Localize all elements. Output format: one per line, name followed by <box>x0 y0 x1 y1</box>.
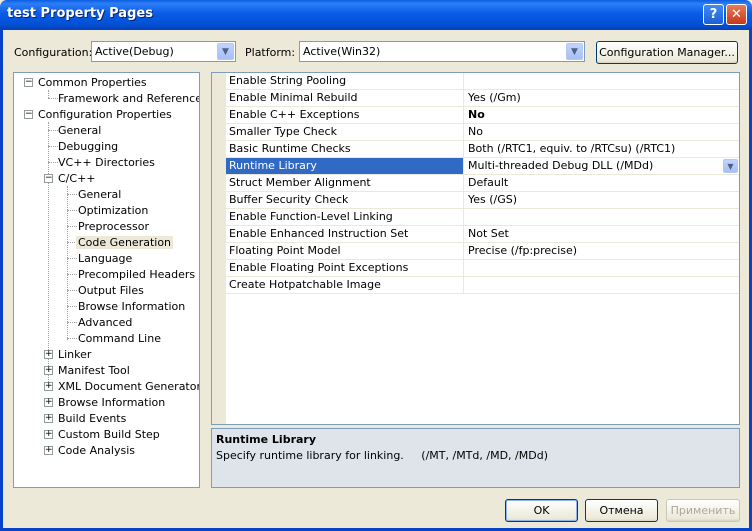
tree-item-code-generation[interactable]: Code Generation <box>76 235 174 251</box>
expand-icon[interactable]: + <box>44 366 53 375</box>
chevron-down-icon[interactable]: ▼ <box>217 43 234 60</box>
configuration-value: Active(Debug) <box>95 45 174 58</box>
tree-item-xml-document-generator[interactable]: XML Document Generator <box>56 379 199 395</box>
platform-value: Active(Win32) <box>303 45 381 58</box>
help-icon[interactable]: ? <box>703 4 724 25</box>
property-row[interactable]: Floating Point Model Precise (/fp:precise… <box>226 243 739 260</box>
description-title: Runtime Library <box>216 433 317 446</box>
grid-gutter <box>212 73 226 424</box>
property-row[interactable]: Enable Floating Point Exceptions <box>226 260 739 277</box>
tree-item-vc-directories[interactable]: VC++ Directories <box>56 155 157 171</box>
property-row-selected[interactable]: Runtime Library Multi-threaded Debug DLL… <box>226 158 739 175</box>
tree-item-debugging[interactable]: Debugging <box>56 139 120 155</box>
chevron-down-icon[interactable]: ▼ <box>566 43 583 60</box>
tree-item-common-properties[interactable]: Common Properties <box>36 75 149 91</box>
property-row[interactable]: Enable C++ Exceptions No <box>226 107 739 124</box>
property-grid[interactable]: Enable String Pooling Enable Minimal Reb… <box>211 72 740 425</box>
property-row[interactable]: Smaller Type Check No <box>226 124 739 141</box>
platform-combo[interactable]: Active(Win32) ▼ <box>299 41 585 62</box>
title-bar: test Property Pages ? ✕ <box>0 0 752 30</box>
tree-item-optimization[interactable]: Optimization <box>76 203 150 219</box>
tree-item-code-analysis[interactable]: Code Analysis <box>56 443 137 459</box>
property-tree[interactable]: − − − + + + + + + + Common Properties Fr… <box>13 72 200 488</box>
tree-line <box>48 90 49 98</box>
expand-icon[interactable]: + <box>44 398 53 407</box>
close-icon[interactable]: ✕ <box>726 4 747 25</box>
configuration-manager-button[interactable]: Configuration Manager... <box>596 41 738 64</box>
tree-item-cpp-general[interactable]: General <box>76 187 123 203</box>
configuration-combo[interactable]: Active(Debug) ▼ <box>91 41 236 62</box>
tree-item-command-line[interactable]: Command Line <box>76 331 163 347</box>
cancel-button[interactable]: Отмена <box>585 499 658 522</box>
tree-item-precompiled-headers[interactable]: Precompiled Headers <box>76 267 197 283</box>
description-text: Specify runtime library for linking. (/M… <box>216 449 548 462</box>
collapse-icon[interactable]: − <box>44 174 53 183</box>
tree-item-preprocessor[interactable]: Preprocessor <box>76 219 151 235</box>
tree-item-configuration-properties[interactable]: Configuration Properties <box>36 107 174 123</box>
property-row[interactable]: Buffer Security Check Yes (/GS) <box>226 192 739 209</box>
property-row[interactable]: Enable Enhanced Instruction Set Not Set <box>226 226 739 243</box>
tree-item-browse-information[interactable]: Browse Information <box>76 299 187 315</box>
window-title: test Property Pages <box>7 6 153 21</box>
expand-icon[interactable]: + <box>44 414 53 423</box>
window-border-left <box>0 30 3 531</box>
tree-item-advanced[interactable]: Advanced <box>76 315 134 331</box>
tree-item-build-events[interactable]: Build Events <box>56 411 128 427</box>
property-row[interactable]: Enable String Pooling <box>226 73 739 90</box>
property-row[interactable]: Enable Minimal Rebuild Yes (/Gm) <box>226 90 739 107</box>
expand-icon[interactable]: + <box>44 350 53 359</box>
apply-button[interactable]: Применить <box>666 499 740 522</box>
tree-item-c-cpp[interactable]: C/C++ <box>56 171 98 187</box>
tree-item-output-files[interactable]: Output Files <box>76 283 146 299</box>
tree-item-manifest-tool[interactable]: Manifest Tool <box>56 363 132 379</box>
tree-item-browse-information-2[interactable]: Browse Information <box>56 395 167 411</box>
description-pane: Runtime Library Specify runtime library … <box>211 428 740 488</box>
tree-item-linker[interactable]: Linker <box>56 347 93 363</box>
expand-icon[interactable]: + <box>44 382 53 391</box>
property-row[interactable]: Enable Function-Level Linking <box>226 209 739 226</box>
expand-icon[interactable]: + <box>44 446 53 455</box>
collapse-icon[interactable]: − <box>24 110 33 119</box>
ok-button[interactable]: OK <box>505 499 578 522</box>
configuration-label: Configuration: <box>14 46 93 59</box>
tree-item-general[interactable]: General <box>56 123 103 139</box>
tree-item-custom-build-step[interactable]: Custom Build Step <box>56 427 162 443</box>
property-row[interactable]: Basic Runtime Checks Both (/RTC1, equiv. … <box>226 141 739 158</box>
chevron-down-icon[interactable]: ▼ <box>723 159 738 173</box>
collapse-icon[interactable]: − <box>24 78 33 87</box>
platform-label: Platform: <box>245 46 296 59</box>
expand-icon[interactable]: + <box>44 430 53 439</box>
property-row[interactable]: Struct Member Alignment Default <box>226 175 739 192</box>
property-row[interactable]: Create Hotpatchable Image <box>226 277 739 294</box>
tree-item-framework-references[interactable]: Framework and References <box>56 91 199 107</box>
tree-item-language[interactable]: Language <box>76 251 134 267</box>
